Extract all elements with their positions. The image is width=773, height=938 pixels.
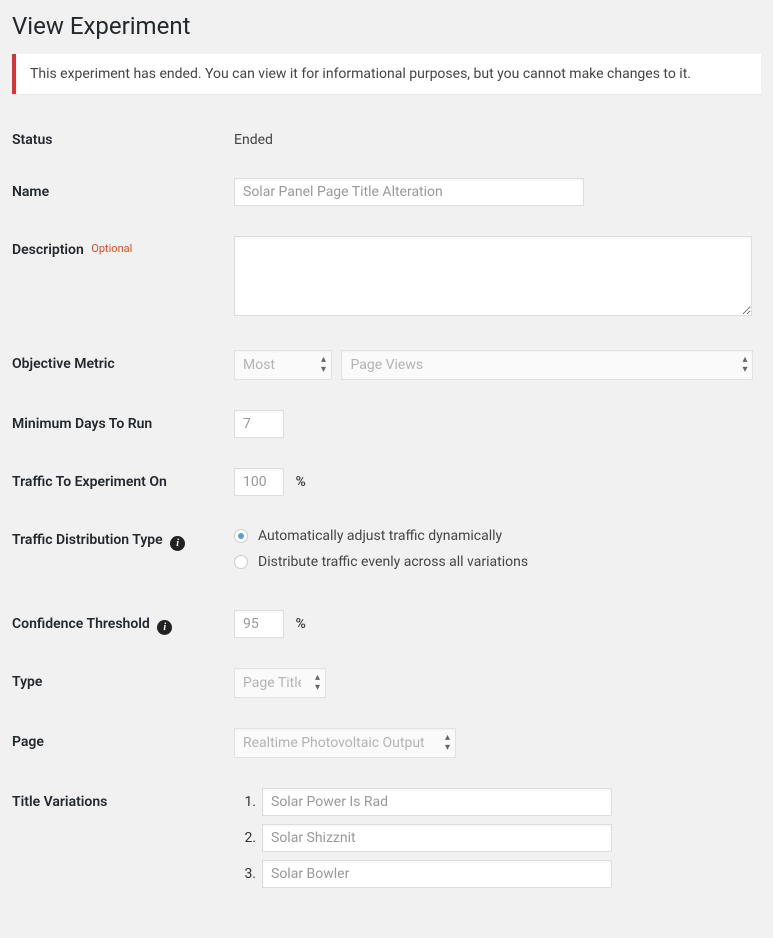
label-description: Description (12, 242, 84, 258)
row-type: Type Page Title ▴▾ (12, 668, 761, 698)
variation-row: 1. (234, 788, 761, 816)
type-select: Page Title (234, 668, 326, 698)
metric-name-select: Page Views (341, 350, 753, 380)
label-name: Name (12, 184, 49, 200)
label-title-variations: Title Variations (12, 794, 107, 810)
variation-row: 3. (234, 860, 761, 888)
name-input (234, 178, 584, 206)
variation-number: 1. (234, 794, 256, 810)
page-title: View Experiment (12, 12, 761, 40)
label-page: Page (12, 734, 44, 750)
description-textarea (234, 236, 752, 316)
radio-dot-selected-icon (234, 529, 248, 543)
variation-number: 3. (234, 866, 256, 882)
notice-banner: This experiment has ended. You can view … (12, 54, 761, 94)
row-traffic-dist: Traffic Distribution Type i Automaticall… (12, 526, 761, 580)
radio-auto-label: Automatically adjust traffic dynamically (258, 528, 502, 544)
percent-suffix: % (295, 616, 305, 632)
row-name: Name (12, 178, 761, 206)
info-icon: i (170, 536, 185, 551)
radio-even-label: Distribute traffic evenly across all var… (258, 554, 528, 570)
metric-direction-select: Most (234, 350, 332, 380)
percent-suffix: % (295, 474, 305, 490)
row-confidence: Confidence Threshold i % (12, 610, 761, 638)
optional-tag: Optional (91, 242, 132, 255)
label-objective-metric: Objective Metric (12, 356, 115, 372)
variation-input (262, 788, 612, 816)
info-icon: i (157, 620, 172, 635)
row-status: Status Ended (12, 126, 761, 148)
label-min-days: Minimum Days To Run (12, 416, 152, 432)
radio-dot-icon (234, 555, 248, 569)
label-status: Status (12, 132, 52, 148)
row-traffic-on: Traffic To Experiment On % (12, 468, 761, 496)
traffic-pct-input (234, 468, 284, 496)
variation-row: 2. (234, 824, 761, 852)
label-traffic-dist: Traffic Distribution Type (12, 532, 163, 548)
radio-even: Distribute traffic evenly across all var… (234, 554, 761, 570)
confidence-input (234, 610, 284, 638)
variation-number: 2. (234, 830, 256, 846)
value-status: Ended (234, 132, 273, 148)
variation-input (262, 860, 612, 888)
min-days-input (234, 410, 284, 438)
variation-input (262, 824, 612, 852)
row-min-days: Minimum Days To Run (12, 410, 761, 438)
row-page: Page Realtime Photovoltaic Output ▴▾ (12, 728, 761, 758)
label-type: Type (12, 674, 42, 690)
row-objective-metric: Objective Metric Most ▴▾ Page Views ▴▾ (12, 350, 761, 380)
page-select: Realtime Photovoltaic Output (234, 728, 456, 758)
radio-auto: Automatically adjust traffic dynamically (234, 528, 761, 544)
row-title-variations: Title Variations 1. 2. 3. (12, 788, 761, 896)
label-traffic-on: Traffic To Experiment On (12, 474, 167, 490)
label-confidence: Confidence Threshold (12, 616, 150, 632)
row-description: Description Optional (12, 236, 761, 320)
